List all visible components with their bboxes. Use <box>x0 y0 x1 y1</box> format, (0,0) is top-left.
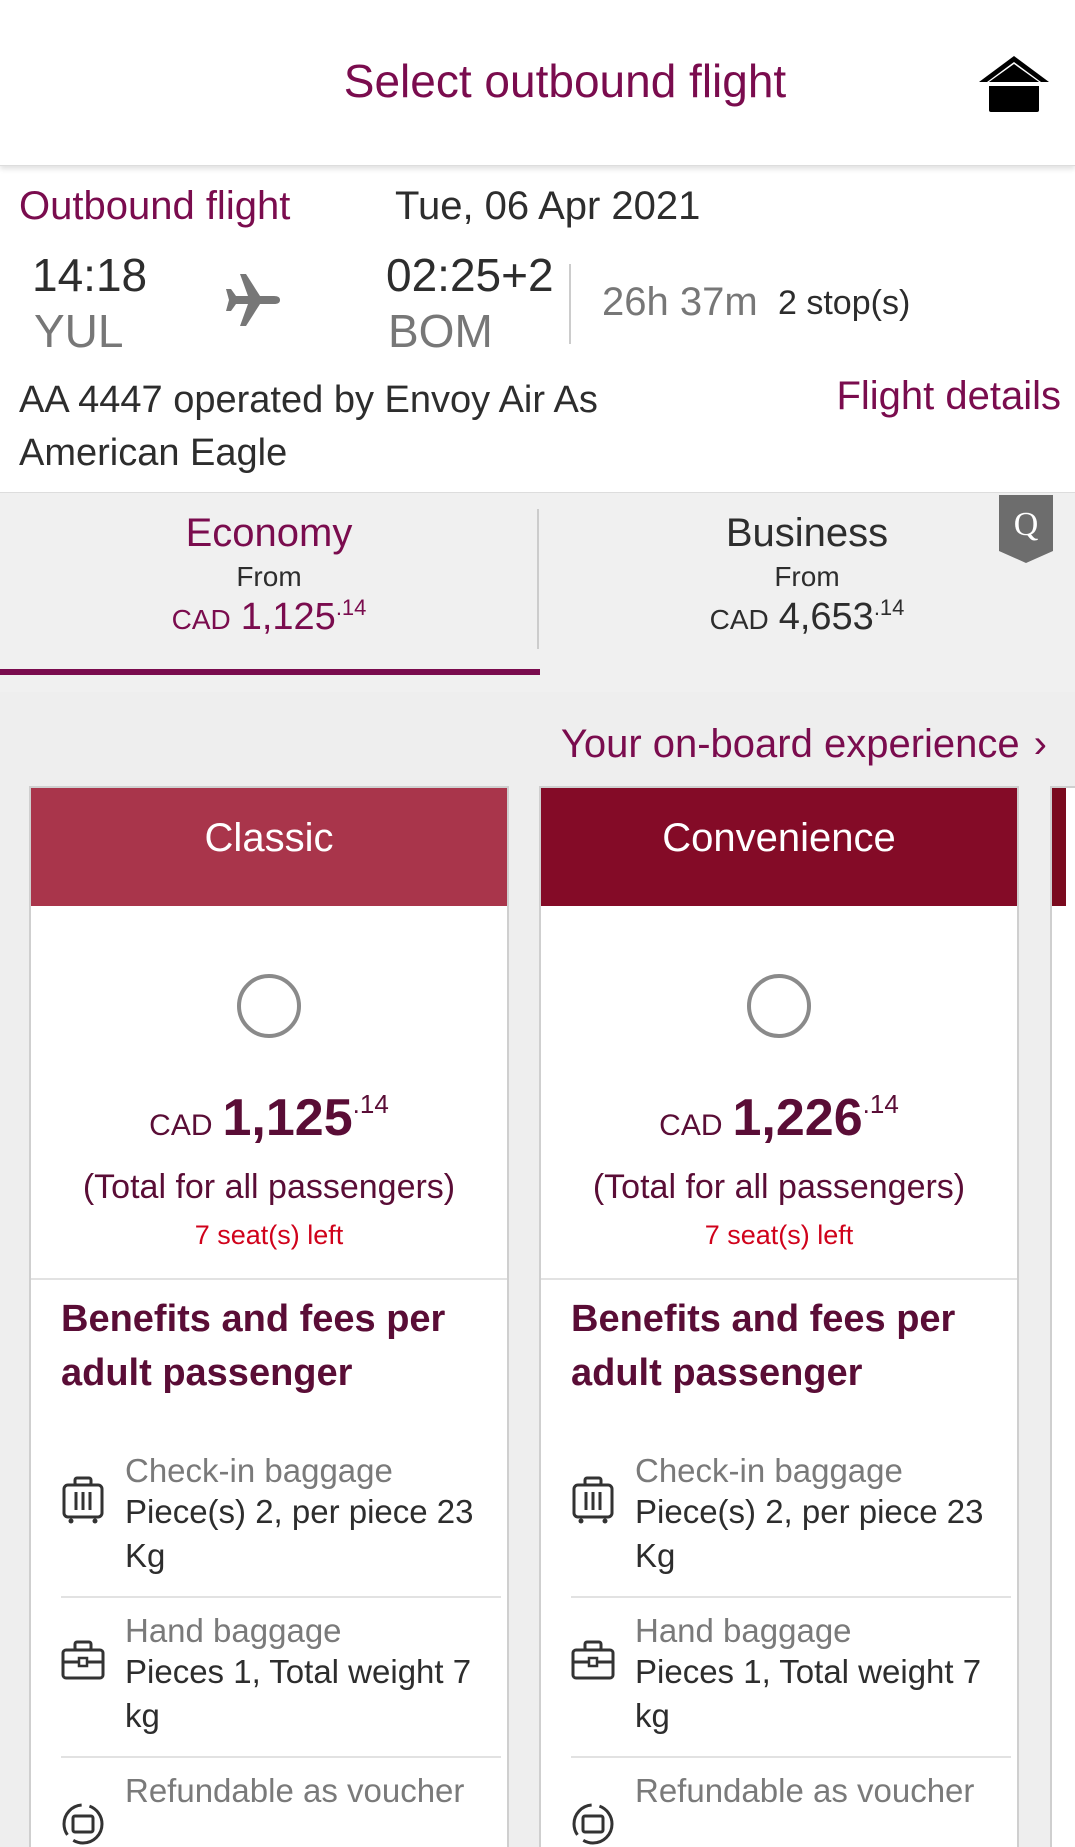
flight-date: Tue, 06 Apr 2021 <box>395 184 701 228</box>
arrival-time: 02:25+2 <box>386 249 554 301</box>
fare-name: Convenience <box>541 788 1017 906</box>
price-cents: .14 <box>862 1089 899 1119</box>
cabin-price: CAD 4,653.14 <box>538 595 1075 639</box>
divider <box>571 1596 1011 1598</box>
fare-card-next-peek[interactable] <box>1050 786 1075 1847</box>
divider <box>61 1756 501 1758</box>
refund-voucher-icon <box>571 1800 615 1847</box>
fare-options: Your on-board experience › Classic CAD 1,1… <box>0 692 1075 1847</box>
fare-radio[interactable] <box>747 974 811 1038</box>
benefit-title: Refundable as voucher <box>635 1772 975 1809</box>
benefit-refundable: Refundable as voucher <box>61 1772 491 1847</box>
benefit-checkin-baggage: Check-in baggage Piece(s) 2, per piece 2… <box>571 1452 1001 1592</box>
active-tab-indicator <box>0 669 540 675</box>
price-amount: 1,125 <box>222 1089 353 1147</box>
price-cents: .14 <box>352 1089 389 1119</box>
benefit-checkin-baggage: Check-in baggage Piece(s) 2, per piece 2… <box>61 1452 491 1592</box>
divider <box>569 264 571 344</box>
badge-letter: Q <box>1014 506 1039 543</box>
seats-left: 7 seat(s) left <box>704 1220 854 1250</box>
flight-details-link[interactable]: Flight details <box>836 374 1061 419</box>
benefit-title: Hand baggage <box>125 1612 342 1649</box>
benefits-title: Benefits and fees per adult passenger <box>61 1298 446 1394</box>
operator-text: AA 4447 operated by Envoy Air As America… <box>19 379 598 474</box>
benefit-title: Check-in baggage <box>635 1452 903 1489</box>
currency: CAD <box>659 1109 723 1142</box>
home-icon[interactable] <box>975 52 1053 114</box>
price-cents: .14 <box>335 595 367 620</box>
divider <box>61 1596 501 1598</box>
chevron-right-icon: › <box>1033 722 1047 766</box>
cabin-name: Business <box>725 511 889 555</box>
cabin-price: CAD 1,125.14 <box>0 595 538 639</box>
benefit-title: Hand baggage <box>635 1612 852 1649</box>
currency: CAD <box>171 604 231 635</box>
plane-icon <box>224 270 284 330</box>
benefit-desc: Piece(s) 2, per piece 23 Kg <box>125 1493 474 1574</box>
briefcase-icon <box>61 1636 105 1684</box>
tab-economy[interactable]: Economy From CAD 1,125.14 <box>0 493 538 673</box>
benefit-title: Check-in baggage <box>125 1452 393 1489</box>
benefit-hand-baggage: Hand baggage Pieces 1, Total weight 7 kg <box>571 1612 1001 1752</box>
onboard-link-label: Your on-board experience <box>560 722 1020 766</box>
price-cents: .14 <box>873 595 905 620</box>
benefits-title: Benefits and fees per adult passenger <box>571 1298 956 1394</box>
stops-count: 2 stop(s) <box>778 284 911 322</box>
benefit-title: Refundable as voucher <box>125 1772 465 1809</box>
fare-price: CAD 1,226.14 <box>541 1088 1017 1148</box>
seats-left: 7 seat(s) left <box>194 1220 344 1250</box>
benefit-hand-baggage: Hand baggage Pieces 1, Total weight 7 kg <box>61 1612 491 1752</box>
cabin-tabs: Economy From CAD 1,125.14 Business From C… <box>0 492 1075 692</box>
currency: CAD <box>709 604 769 635</box>
divider <box>541 1278 1017 1280</box>
fare-card-classic[interactable]: Classic CAD 1,125.14 (Total for all passe… <box>29 786 509 1847</box>
flight-summary: Outbound flight Tue, 06 Apr 2021 14:18 Y… <box>0 168 1075 492</box>
page-title: Select outbound flight <box>343 55 787 107</box>
fare-card-convenience[interactable]: Convenience CAD 1,226.14 (Total for all p… <box>539 786 1019 1847</box>
currency: CAD <box>149 1109 213 1142</box>
price-amount: 4,653 <box>778 596 874 638</box>
fare-radio[interactable] <box>237 974 301 1038</box>
suitcase-icon <box>571 1476 615 1524</box>
qsuite-badge-icon: Q <box>999 495 1053 563</box>
divider <box>31 1278 507 1280</box>
cabin-name: Economy <box>185 511 353 555</box>
from-label: From <box>774 561 840 592</box>
benefit-refundable: Refundable as voucher <box>571 1772 1001 1847</box>
refund-voucher-icon <box>61 1800 105 1847</box>
from-label: From <box>236 561 302 592</box>
total-note: (Total for all passengers) <box>82 1168 456 1206</box>
divider <box>571 1756 1011 1758</box>
tab-business[interactable]: Business From CAD 4,653.14 <box>538 493 1075 673</box>
fare-price: CAD 1,125.14 <box>31 1088 507 1148</box>
departure-time: 14:18 <box>32 249 148 301</box>
benefit-desc: Pieces 1, Total weight 7 kg <box>635 1653 982 1734</box>
flight-duration: 26h 37m <box>602 280 758 324</box>
outbound-label: Outbound flight <box>19 184 291 228</box>
app-header: Select outbound flight <box>0 0 1075 166</box>
arrival-airport: BOM <box>388 305 493 357</box>
benefit-desc: Piece(s) 2, per piece 23 Kg <box>635 1493 984 1574</box>
suitcase-icon <box>61 1476 105 1524</box>
total-note: (Total for all passengers) <box>592 1168 966 1206</box>
price-amount: 1,125 <box>240 596 336 638</box>
onboard-experience-link[interactable]: Your on-board experience › <box>561 722 1047 767</box>
benefit-desc: Pieces 1, Total weight 7 kg <box>125 1653 472 1734</box>
briefcase-icon <box>571 1636 615 1684</box>
fare-card-header <box>1052 788 1066 906</box>
price-amount: 1,226 <box>732 1089 863 1147</box>
fare-name: Classic <box>31 788 507 906</box>
departure-airport: YUL <box>34 305 124 357</box>
